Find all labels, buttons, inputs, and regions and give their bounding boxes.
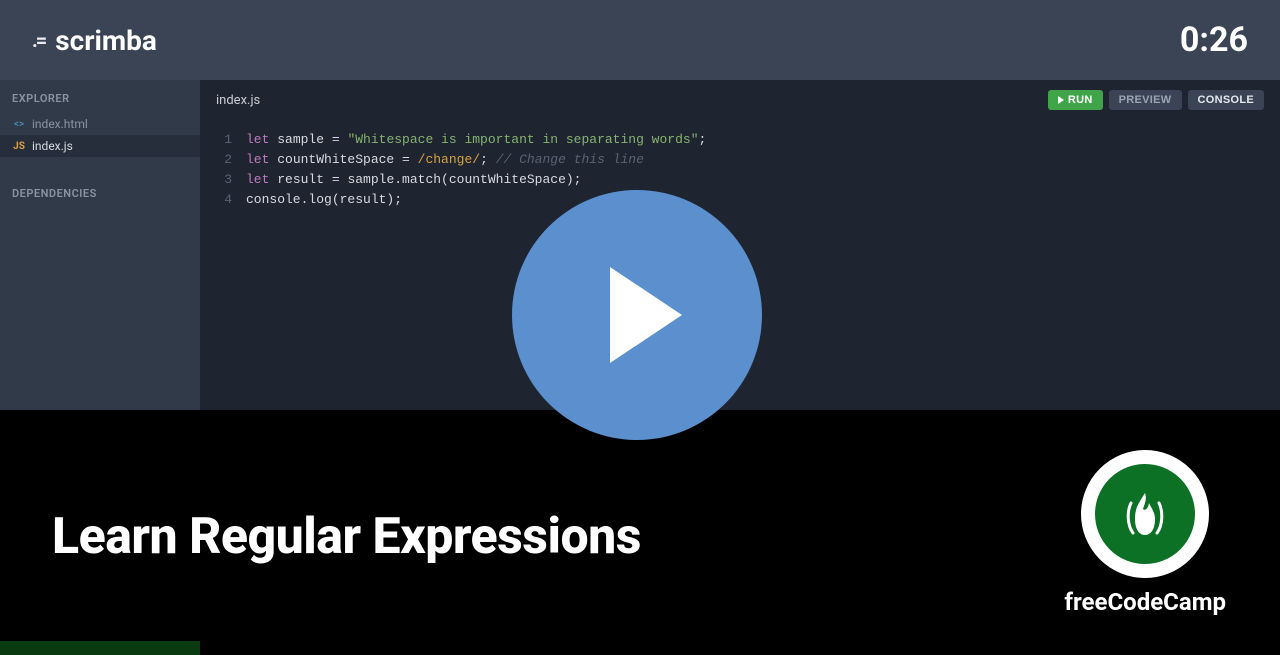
code-content: let countWhiteSpace = /change/; // Chang…	[246, 150, 644, 170]
preview-button[interactable]: PREVIEW	[1109, 90, 1182, 110]
brand-glyph-icon: .=	[32, 28, 45, 52]
dependencies-heading: DEPENDENCIES	[0, 175, 200, 208]
console-button[interactable]: CONSOLE	[1188, 90, 1265, 110]
code-editor[interactable]: 1let sample = "Whitespace is important i…	[200, 120, 1280, 210]
code-line: 1let sample = "Whitespace is important i…	[216, 130, 1264, 150]
code-content: let sample = "Whitespace is important in…	[246, 130, 706, 150]
line-number: 3	[216, 170, 246, 190]
freecodecamp-badge[interactable]: freeCodeCamp	[1064, 450, 1226, 616]
sidebar: EXPLORER <> index.html JS index.js DEPEN…	[0, 80, 200, 655]
brand-logo[interactable]: .= scrimba	[32, 24, 157, 57]
file-item-index-html[interactable]: <> index.html	[0, 113, 200, 135]
explorer-heading: EXPLORER	[0, 80, 200, 113]
file-name: index.js	[32, 139, 73, 153]
play-icon	[610, 267, 682, 363]
console-label: CONSOLE	[1198, 94, 1255, 106]
file-item-index-js[interactable]: JS index.js	[0, 135, 200, 157]
play-button[interactable]	[512, 190, 762, 440]
line-number: 4	[216, 190, 246, 210]
editor-actions: RUN PREVIEW CONSOLE	[1048, 90, 1264, 110]
code-line: 3let result = sample.match(countWhiteSpa…	[216, 170, 1264, 190]
js-file-icon: JS	[12, 141, 26, 152]
fcc-label: freeCodeCamp	[1064, 588, 1226, 616]
timer-display: 0:26	[1180, 20, 1248, 60]
html-file-icon: <>	[12, 119, 26, 130]
file-name: index.html	[32, 117, 88, 131]
play-icon	[1058, 96, 1064, 104]
brand-text: scrimba	[55, 24, 157, 57]
active-tab[interactable]: index.js	[216, 93, 260, 108]
line-number: 1	[216, 130, 246, 150]
line-number: 2	[216, 150, 246, 170]
chevron-down-icon: ⌄	[1256, 552, 1268, 568]
code-content: let result = sample.match(countWhiteSpac…	[246, 170, 581, 190]
preview-label: PREVIEW	[1119, 94, 1172, 106]
fcc-logo-circle	[1081, 450, 1209, 578]
code-line: 2let countWhiteSpace = /change/; // Chan…	[216, 150, 1264, 170]
code-content: console.log(result);	[246, 190, 402, 210]
run-label: RUN	[1068, 94, 1093, 106]
topbar: .= scrimba 0:26	[0, 0, 1280, 80]
fcc-flame-icon	[1091, 460, 1199, 568]
console-panel-label: CONSOLE	[222, 555, 270, 566]
run-button[interactable]: RUN	[1048, 90, 1103, 110]
editor-tabs: index.js RUN PREVIEW CONSOLE	[200, 80, 1280, 120]
code-line: 4console.log(result);	[216, 190, 1264, 210]
